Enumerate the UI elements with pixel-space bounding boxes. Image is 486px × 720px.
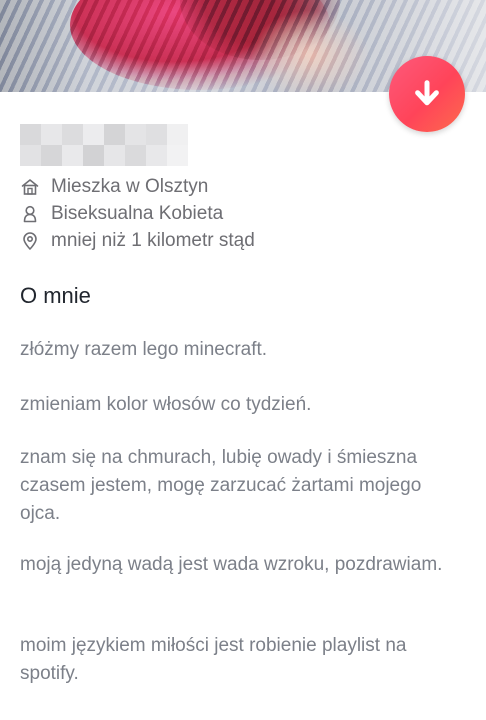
bio-paragraph: zmieniam kolor włosów co tydzień. [20,394,312,415]
about-section-title: O mnie [20,283,91,308]
location-text: Mieszka w Olsztyn [51,176,209,197]
collapse-profile-button[interactable] [389,56,465,132]
location-pin-icon [20,231,40,251]
bio-paragraph: moim językiem miłości jest robienie play… [20,635,407,684]
distance-row: mniej niż 1 kilometr stąd [20,228,255,254]
bio-paragraph: złóżmy razem lego minecraft. [20,339,268,360]
distance-text: mniej niż 1 kilometr stąd [51,230,255,251]
arrow-down-icon [415,80,439,106]
profile-name-blurred [20,124,188,166]
bio-paragraph: znam się na chmurach, lubię owady i śmie… [20,447,422,524]
person-icon [20,204,40,224]
identity-text: Biseksualna Kobieta [51,203,224,224]
bio-paragraph: moją jedyną wadą jest wada wzroku, pozdr… [20,554,443,575]
location-row: Mieszka w Olsztyn [20,174,208,200]
home-icon [20,177,40,197]
identity-row: Biseksualna Kobieta [20,201,223,227]
